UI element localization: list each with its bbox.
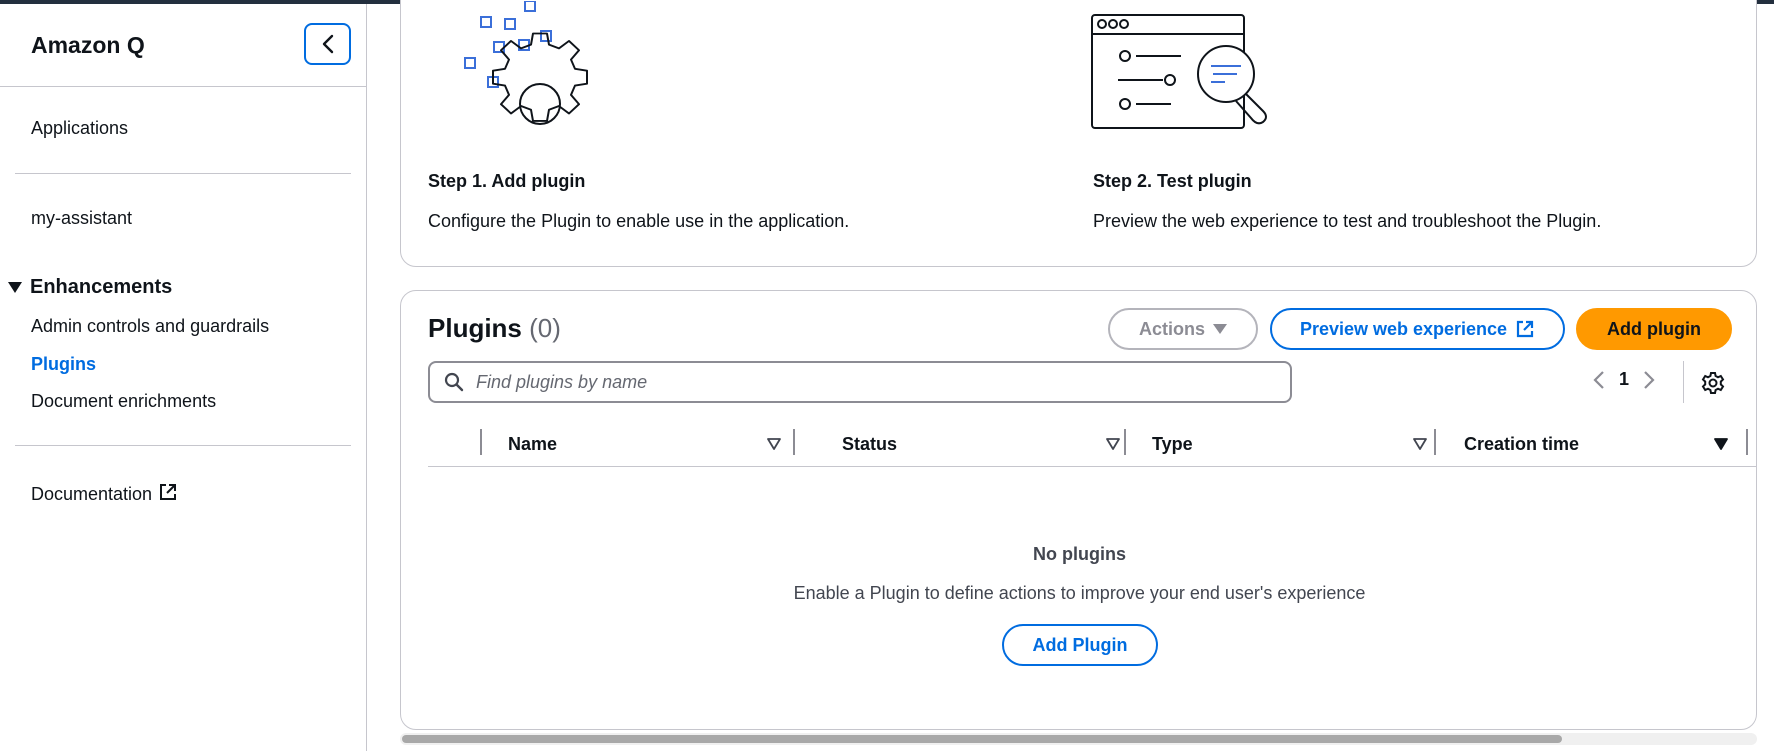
step-2-title: Step 2. Test plugin bbox=[1093, 171, 1252, 191]
chevron-right-icon[interactable] bbox=[1643, 370, 1655, 390]
preview-web-experience-button[interactable]: Preview web experience bbox=[1270, 308, 1565, 350]
step-1-title: Step 1. Add plugin bbox=[428, 171, 586, 191]
column-separator bbox=[1434, 429, 1436, 455]
nav-link-document-enrichments[interactable]: Document enrichments bbox=[31, 391, 216, 412]
documentation-label: Documentation bbox=[31, 484, 153, 504]
sort-icon[interactable] bbox=[1106, 438, 1120, 450]
nav-divider bbox=[0, 86, 367, 87]
column-header-type[interactable]: Type bbox=[1152, 421, 1193, 467]
plugins-heading: Plugins (0) bbox=[428, 313, 561, 344]
column-separator bbox=[480, 429, 482, 455]
settings-gear-icon[interactable] bbox=[1701, 371, 1725, 395]
preview-label: Preview web experience bbox=[1299, 318, 1508, 339]
column-header-creation-time[interactable]: Creation time bbox=[1464, 421, 1579, 467]
column-separator bbox=[1746, 429, 1748, 455]
pager-divider bbox=[1683, 361, 1684, 403]
table-header: Name Status Type Creation time bbox=[428, 421, 1756, 467]
nav-title[interactable]: Amazon Q bbox=[31, 32, 145, 59]
chevron-left-icon[interactable] bbox=[1593, 370, 1605, 390]
search-icon bbox=[444, 372, 464, 392]
caret-down-icon bbox=[8, 282, 22, 293]
search-input[interactable] bbox=[476, 371, 1256, 393]
column-header-status[interactable]: Status bbox=[842, 421, 897, 467]
magnifier-window-icon bbox=[1091, 14, 1267, 129]
scrollbar-thumb[interactable] bbox=[402, 735, 1562, 743]
page-number[interactable]: 1 bbox=[1619, 369, 1629, 390]
nav-link-plugins[interactable]: Plugins bbox=[31, 354, 96, 375]
chevron-left-icon bbox=[322, 34, 333, 54]
side-navigation: Amazon Q Applications my-assistant Enhan… bbox=[0, 4, 367, 751]
gear-icon bbox=[464, 1, 588, 125]
external-link-icon bbox=[1516, 320, 1534, 338]
collapse-nav-button[interactable] bbox=[304, 23, 351, 65]
plugins-count: (0) bbox=[529, 313, 561, 343]
external-link-icon bbox=[160, 484, 177, 500]
add-plugin-button[interactable]: Add plugin bbox=[1576, 308, 1732, 350]
nav-section-label: Enhancements bbox=[30, 276, 173, 298]
sort-icon[interactable] bbox=[767, 438, 781, 450]
plugins-title: Plugins bbox=[428, 313, 522, 343]
nav-link-applications[interactable]: Applications bbox=[31, 118, 128, 139]
sort-descending-icon[interactable] bbox=[1714, 438, 1728, 450]
sort-icon[interactable] bbox=[1413, 438, 1427, 450]
actions-label: Actions bbox=[1138, 318, 1205, 339]
pagination: 1 bbox=[1593, 369, 1655, 390]
empty-state-description: Enable a Plugin to define actions to imp… bbox=[793, 583, 1366, 603]
step-1-description: Configure the Plugin to enable use in th… bbox=[428, 211, 850, 231]
column-header-name[interactable]: Name bbox=[508, 421, 557, 467]
caret-down-icon bbox=[1213, 324, 1227, 334]
getting-started-card: Step 1. Add plugin Configure the Plugin … bbox=[400, 0, 1757, 267]
nav-link-app[interactable]: my-assistant bbox=[31, 208, 132, 229]
step-2-description: Preview the web experience to test and t… bbox=[1093, 211, 1602, 231]
column-separator bbox=[1124, 429, 1126, 455]
nav-divider bbox=[15, 173, 351, 174]
search-field[interactable] bbox=[428, 361, 1292, 403]
empty-add-plugin-button[interactable]: Add Plugin bbox=[1002, 624, 1158, 666]
nav-link-admin-controls[interactable]: Admin controls and guardrails bbox=[31, 316, 269, 337]
horizontal-scrollbar[interactable] bbox=[400, 733, 1757, 745]
nav-section-enhancements[interactable]: Enhancements bbox=[8, 276, 172, 299]
empty-state-title: No plugins bbox=[1033, 544, 1126, 564]
actions-button[interactable]: Actions bbox=[1108, 308, 1258, 350]
column-separator bbox=[793, 429, 795, 455]
plugins-table-container: Plugins (0) Actions Preview web experien… bbox=[400, 290, 1757, 730]
nav-link-documentation[interactable]: Documentation bbox=[31, 482, 178, 505]
nav-divider bbox=[15, 445, 351, 446]
